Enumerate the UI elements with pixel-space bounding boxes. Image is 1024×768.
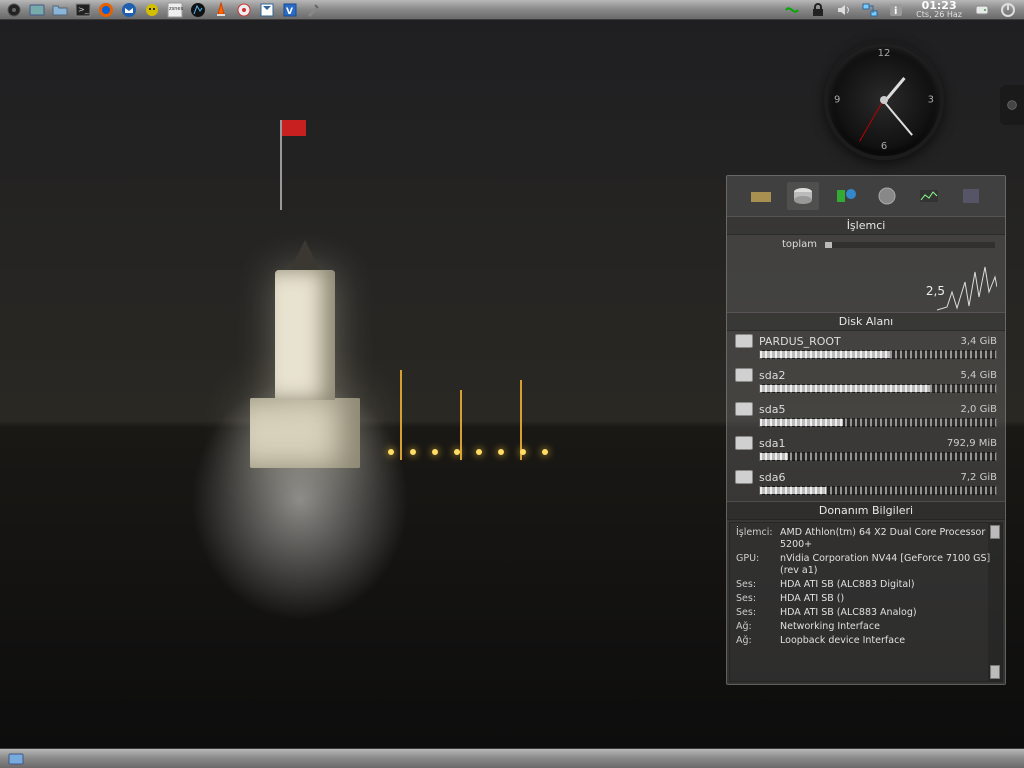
hw-row: Ağ: Loopback device Interface bbox=[736, 635, 996, 647]
svg-text:V: V bbox=[286, 7, 293, 17]
disk-size: 2,0 GiB bbox=[961, 404, 997, 415]
keyboard-layout-icon[interactable] bbox=[782, 1, 802, 19]
disk-drive-icon bbox=[735, 402, 753, 416]
hw-value: HDA ATI SB (ALC883 Digital) bbox=[780, 579, 996, 591]
hw-value: AMD Athlon(tm) 64 X2 Dual Core Processor… bbox=[780, 527, 996, 551]
disk-item: PARDUS_ROOT 3,4 GiB bbox=[727, 331, 1005, 365]
hw-key: GPU: bbox=[736, 553, 776, 577]
hw-row: Ses: HDA ATI SB (ALC883 Digital) bbox=[736, 579, 996, 591]
disk-section-header: Disk Alanı bbox=[727, 312, 1005, 331]
pidgin-icon[interactable] bbox=[142, 1, 162, 19]
disk-name: sda6 bbox=[759, 471, 955, 484]
cpu-graph: 2,5 bbox=[727, 254, 1005, 312]
disk-item: sda1 792,9 MiB bbox=[727, 433, 1005, 467]
hw-value: HDA ATI SB (ALC883 Analog) bbox=[780, 607, 996, 619]
disk-item: sda2 5,4 GiB bbox=[727, 365, 1005, 399]
amarok-icon[interactable] bbox=[188, 1, 208, 19]
disk-size: 3,4 GiB bbox=[961, 336, 997, 347]
sysmon-tab-settings[interactable] bbox=[955, 182, 987, 210]
sysmon-tab-disk[interactable] bbox=[787, 182, 819, 210]
svg-text:i: i bbox=[894, 6, 897, 17]
side-drawer-handle[interactable] bbox=[1000, 85, 1024, 125]
hw-row: Ağ: Networking Interface bbox=[736, 621, 996, 633]
network-icon[interactable] bbox=[860, 1, 880, 19]
clock-date: Cts, 26 Haz bbox=[916, 10, 962, 19]
svg-text:>_: >_ bbox=[78, 5, 90, 14]
hw-key: İşlemci: bbox=[736, 527, 776, 551]
openoffice-icon[interactable] bbox=[257, 1, 277, 19]
sysmon-tab-network[interactable] bbox=[871, 182, 903, 210]
system-monitor-widget: İşlemci toplam 2,5 Disk Alanı PARDUS_ROO… bbox=[726, 175, 1006, 685]
sysmon-tab-graph[interactable] bbox=[913, 182, 945, 210]
hw-value: Networking Interface bbox=[780, 621, 996, 633]
disk-name: sda5 bbox=[759, 403, 955, 416]
power-icon[interactable] bbox=[998, 1, 1018, 19]
terminal-icon[interactable]: >_ bbox=[73, 1, 93, 19]
sysmon-tab-info[interactable] bbox=[829, 182, 861, 210]
disk-size: 7,2 GiB bbox=[961, 472, 997, 483]
hw-row: Ses: HDA ATI SB (ALC883 Analog) bbox=[736, 607, 996, 619]
disk-usage-bar bbox=[759, 350, 997, 359]
virtualbox-icon[interactable]: V bbox=[280, 1, 300, 19]
hw-value: Loopback device Interface bbox=[780, 635, 996, 647]
hw-key: Ses: bbox=[736, 593, 776, 605]
disk-name: sda1 bbox=[759, 437, 941, 450]
info-icon[interactable]: i bbox=[886, 1, 906, 19]
disk-usage-bar bbox=[759, 418, 997, 427]
disk-drive-icon bbox=[735, 470, 753, 484]
bottom-panel bbox=[0, 748, 1024, 768]
taskbar-desktop-icon[interactable] bbox=[6, 750, 26, 768]
hw-value: HDA ATI SB () bbox=[780, 593, 996, 605]
disk-drive-icon bbox=[735, 334, 753, 348]
hw-value: nVidia Corporation NV44 [GeForce 7100 GS… bbox=[780, 553, 996, 577]
clock-time: 01:23 bbox=[916, 1, 962, 10]
hw-row: Ses: HDA ATI SB () bbox=[736, 593, 996, 605]
brasero-icon[interactable] bbox=[234, 1, 254, 19]
volume-icon[interactable] bbox=[834, 1, 854, 19]
hw-key: Ağ: bbox=[736, 635, 776, 647]
cpu-section-header: İşlemci bbox=[727, 216, 1005, 235]
hw-key: Ses: bbox=[736, 607, 776, 619]
show-desktop-icon[interactable] bbox=[27, 1, 47, 19]
cpu-total-bar bbox=[825, 242, 995, 248]
hw-row: GPU:nVidia Corporation NV44 [GeForce 710… bbox=[736, 553, 996, 577]
disk-name: PARDUS_ROOT bbox=[759, 335, 955, 348]
panel-clock[interactable]: 01:23 Cts, 26 Haz bbox=[912, 1, 966, 19]
menu-launcher-icon[interactable] bbox=[4, 1, 24, 19]
cpu-total-label: toplam bbox=[737, 239, 817, 250]
disk-drive-icon bbox=[735, 368, 753, 382]
svg-text:zsnes: zsnes bbox=[169, 6, 183, 12]
analog-clock-widget[interactable]: 12 3 6 9 bbox=[824, 40, 944, 160]
sysmon-tab-home[interactable] bbox=[745, 182, 777, 210]
hardware-info-box: İşlemci:AMD Athlon(tm) 64 X2 Dual Core P… bbox=[729, 522, 1003, 682]
disk-size: 5,4 GiB bbox=[961, 370, 997, 381]
hw-key: Ses: bbox=[736, 579, 776, 591]
hw-key: Ağ: bbox=[736, 621, 776, 633]
hw-row: İşlemci:AMD Athlon(tm) 64 X2 Dual Core P… bbox=[736, 527, 996, 551]
disk-usage-bar bbox=[759, 384, 997, 393]
disk-item: sda5 2,0 GiB bbox=[727, 399, 1005, 433]
vlc-icon[interactable] bbox=[211, 1, 231, 19]
lock-icon[interactable] bbox=[808, 1, 828, 19]
disk-size: 792,9 MiB bbox=[947, 438, 997, 449]
file-manager-icon[interactable] bbox=[50, 1, 70, 19]
thunderbird-icon[interactable] bbox=[119, 1, 139, 19]
disk-drive-icon bbox=[735, 436, 753, 450]
scrollbar[interactable] bbox=[988, 523, 1002, 681]
top-panel: >_ zsnes V i 01:23 Cts, 26 Haz bbox=[0, 0, 1024, 20]
disk-icon[interactable] bbox=[972, 1, 992, 19]
disk-usage-bar bbox=[759, 486, 997, 495]
disk-item: sda6 7,2 GiB bbox=[727, 467, 1005, 501]
disk-usage-bar bbox=[759, 452, 997, 461]
zsnes-icon[interactable]: zsnes bbox=[165, 1, 185, 19]
hw-section-header: Donanım Bilgileri bbox=[727, 501, 1005, 520]
disk-name: sda2 bbox=[759, 369, 955, 382]
settings-icon[interactable] bbox=[303, 1, 323, 19]
firefox-icon[interactable] bbox=[96, 1, 116, 19]
